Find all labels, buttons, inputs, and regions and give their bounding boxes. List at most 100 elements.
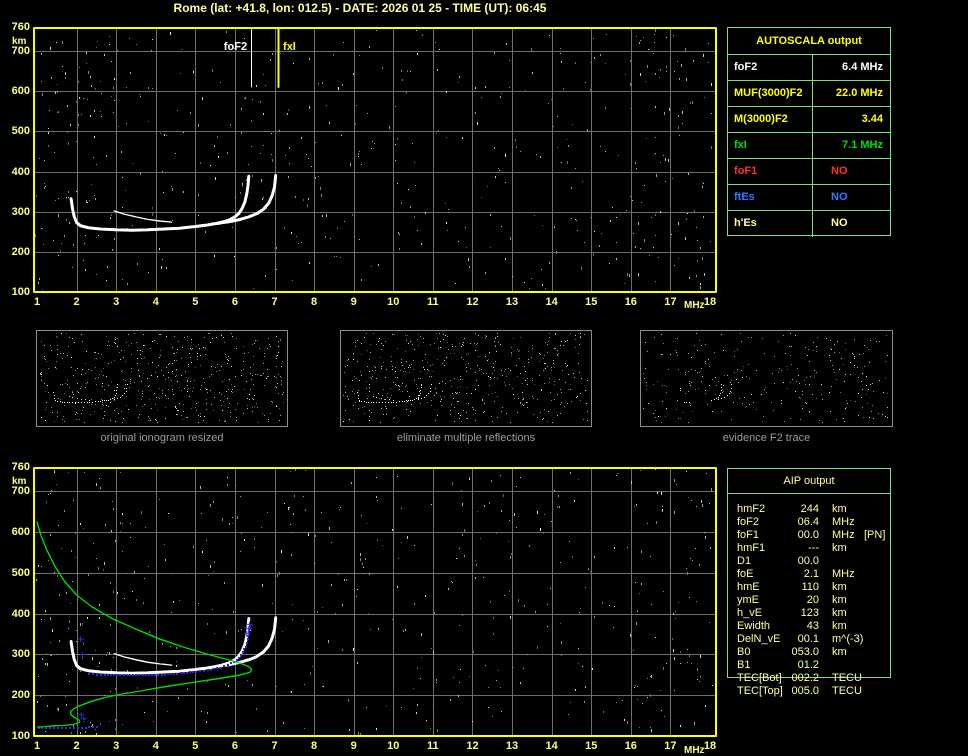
- panel-eliminate-reflections-canvas: [341, 331, 591, 426]
- x-tick-label: 11: [427, 740, 439, 752]
- x-tick-label: 8: [311, 740, 318, 752]
- y-tick-label: 200: [11, 245, 30, 258]
- autoscala-param-value: NO: [831, 165, 848, 177]
- aip-param-unit: m^(-3): [832, 633, 864, 645]
- x-tick-label: 2: [73, 296, 80, 308]
- autoscala-param-label: fxI: [728, 133, 813, 158]
- aip-param-value: 244: [800, 503, 819, 515]
- x-tick-label: 13: [505, 740, 519, 752]
- y-tick-label: 400: [11, 607, 30, 620]
- x-tick-label: 4: [152, 296, 159, 308]
- aip-param-unit: km: [832, 646, 847, 658]
- aip-param-note: [PN]: [864, 529, 886, 541]
- aip-row-DelN_vE: DelN_vE 00.1 m^(-3): [737, 633, 897, 646]
- aip-param-label: hmF1: [737, 542, 766, 554]
- aip-param-label: hmF2: [737, 503, 766, 515]
- aip-param-unit: km: [832, 594, 847, 606]
- autoscala-output-table: AUTOSCALA output foF2 6.4 MHz MUF(3000)F2 2…: [727, 27, 891, 237]
- autoscala-param-label: ftEs: [728, 185, 813, 210]
- autoscala-param-label: foF2: [728, 55, 813, 80]
- aip-row-hmE: hmE 110 km: [737, 581, 897, 594]
- y-tick-label: 760: [11, 21, 30, 33]
- autoscala-row-ftEs: ftEs NO: [728, 185, 890, 211]
- aip-param-unit: MHz: [832, 516, 855, 528]
- autoscala-row-h'Es: h'Es NO: [728, 211, 890, 237]
- x-tick-label: 14: [545, 740, 558, 752]
- bottom-chart-y-unit-label: km: [12, 476, 27, 487]
- y-tick-label: 400: [11, 165, 30, 178]
- aip-param-value: 43: [806, 620, 819, 632]
- autoscala-table-header: AUTOSCALA output: [728, 28, 890, 55]
- aip-row-TEC[Top]: TEC[Top] 005.0 TECU: [737, 685, 897, 698]
- autoscala-param-label: M(3000)F2: [728, 107, 813, 132]
- aip-param-label: TEC[Top]: [737, 685, 783, 697]
- y-tick-label: 100: [11, 286, 30, 298]
- panel-caption: evidence F2 trace: [722, 432, 811, 444]
- panel-caption: eliminate multiple reflections: [396, 432, 536, 444]
- aip-param-value: 002.2: [791, 672, 819, 684]
- autoscala-param-value: 7.1 MHz: [842, 139, 883, 151]
- x-tick-label: 13: [505, 296, 519, 308]
- aip-param-value: 110: [801, 581, 819, 593]
- aip-param-value: 00.0: [797, 529, 819, 541]
- top-chart-y-unit-label: km: [12, 36, 27, 47]
- autoscala-param-label: foF1: [728, 159, 813, 184]
- aip-param-label: DelN_vE: [737, 633, 781, 645]
- x-tick-label: 15: [585, 296, 598, 308]
- autoscala-row-foF1: foF1 NO: [728, 159, 890, 185]
- top-ionogram-chart: [33, 27, 717, 293]
- y-tick-label: 600: [11, 526, 30, 539]
- x-tick-label: 3: [113, 296, 120, 308]
- aip-row-TEC[Bot]: TEC[Bot] 002.2 TECU: [737, 672, 897, 685]
- autoscala-row-MUF(3000)F2: MUF(3000)F2 22.0 MHz: [728, 81, 890, 107]
- aip-table-header: AIP output: [728, 469, 890, 494]
- aip-param-unit: MHz: [832, 529, 855, 541]
- autoscala-row-M(3000)F2: M(3000)F2 3.44: [728, 107, 890, 133]
- x-tick-label: 15: [585, 740, 598, 752]
- aip-param-value: 01.2: [797, 659, 819, 671]
- aip-row-B0: B0 053.0 km: [737, 646, 897, 659]
- aip-row-foE: foE 2.1 MHz: [737, 568, 897, 581]
- aip-row-hmF1: hmF1 --- km: [737, 542, 897, 555]
- aip-param-label: TEC[Bot]: [737, 672, 782, 684]
- bottom-chart-x-unit-label: MHz: [684, 745, 705, 756]
- x-tick-label: 7: [271, 740, 278, 752]
- aip-param-unit: km: [832, 607, 847, 619]
- x-tick-label: 9: [350, 296, 357, 308]
- x-tick-label: 16: [624, 296, 637, 308]
- top-chart-x-unit-label: MHz: [684, 300, 705, 311]
- aip-table-rows: hmF2 244 km foF2 06.4 MHz foF1 00.0 MHz [PN] hmF1 -…: [737, 503, 897, 698]
- x-tick-label: 5: [192, 740, 199, 752]
- aip-param-value: 005.0: [791, 685, 819, 697]
- panel-evidence-f2-trace: [640, 330, 893, 427]
- x-tick-label: 5: [192, 296, 199, 308]
- x-tick-label: 4: [152, 740, 159, 752]
- y-tick-label: 500: [11, 566, 30, 579]
- panel-evidence-f2-trace-canvas: [641, 331, 892, 426]
- aip-param-label: D1: [737, 555, 752, 567]
- aip-param-value: 20: [806, 594, 819, 606]
- aip-param-unit: TECU: [832, 685, 862, 697]
- aip-param-value: 00.0: [797, 555, 819, 567]
- y-tick-label: 300: [11, 205, 30, 218]
- aip-row-h_vE: h_vE 123 km: [737, 607, 897, 620]
- x-tick-label: 11: [427, 296, 439, 308]
- bottom-ionogram-chart: [33, 467, 717, 737]
- y-tick-label: 600: [11, 85, 30, 98]
- y-tick-label: 500: [11, 125, 30, 138]
- aip-param-label: foF2: [737, 516, 760, 528]
- aip-param-label: foF1: [737, 529, 760, 541]
- autoscala-param-label: MUF(3000)F2: [728, 81, 813, 106]
- autoscala-row-fxI: fxI 7.1 MHz: [728, 133, 890, 159]
- aip-param-unit: km: [832, 581, 847, 593]
- aip-row-B1: B1 01.2: [737, 659, 897, 672]
- autoscala-param-value: 3.44: [861, 113, 883, 125]
- autoscala-row-foF2: foF2 6.4 MHz: [728, 55, 890, 81]
- x-tick-label: 3: [113, 740, 120, 752]
- aip-param-label: B1: [737, 659, 751, 671]
- autoscala-table-rows: foF2 6.4 MHz MUF(3000)F2 22.0 MHz M(3000)F2 3…: [728, 55, 890, 237]
- aip-param-unit: TECU: [832, 672, 862, 684]
- aip-param-unit: km: [832, 542, 847, 554]
- x-tick-label: 14: [545, 296, 558, 308]
- aip-param-unit: km: [832, 503, 847, 515]
